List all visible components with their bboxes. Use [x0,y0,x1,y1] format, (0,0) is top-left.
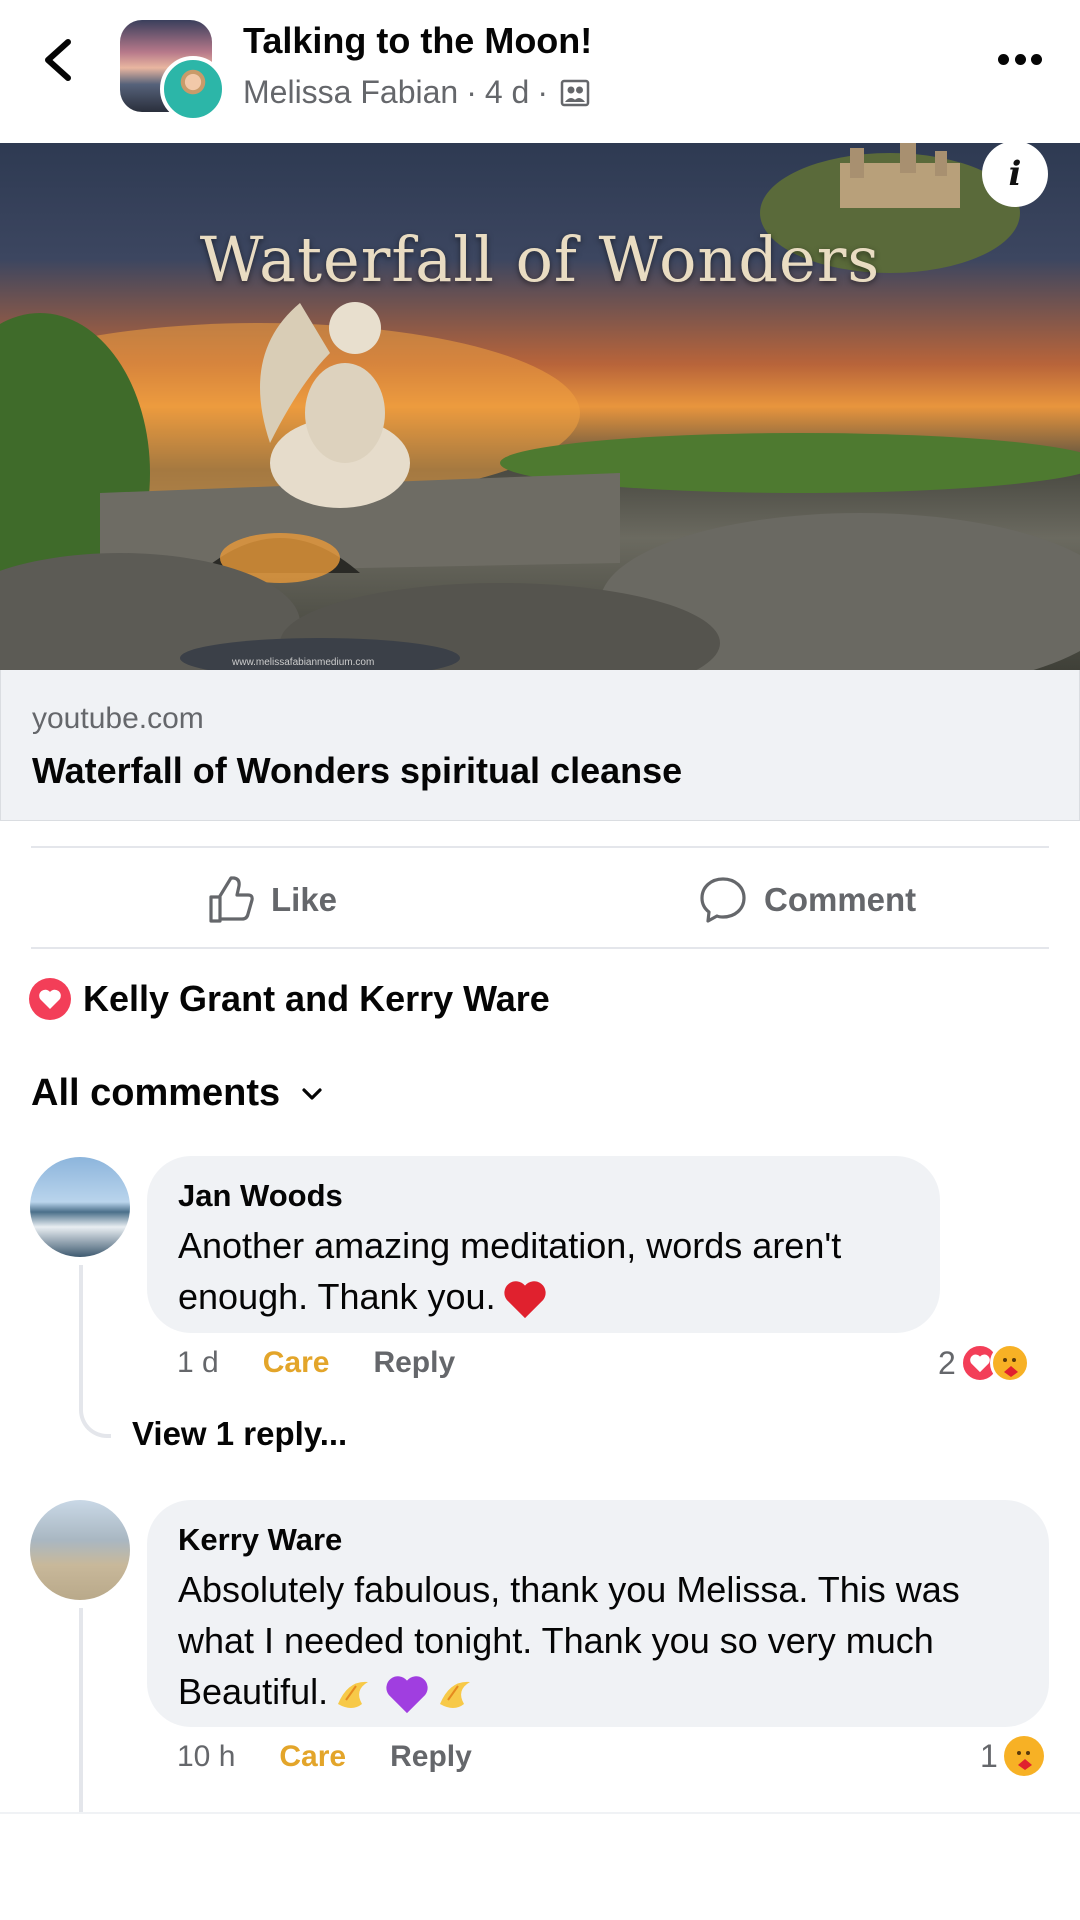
like-button[interactable]: Like [205,872,337,928]
more-dot [1014,54,1026,65]
thread-line [79,1265,83,1385]
comments-sort-dropdown[interactable]: All comments [31,1072,324,1115]
comment-button[interactable]: Comment [698,872,916,928]
comment-meta: 1 d Care Reply [177,1346,455,1380]
like-label: Like [271,881,338,918]
link-preview-image[interactable]: Waterfall of Wonders www.melissafabianme… [0,143,1080,670]
reaction-count: 1 [980,1737,998,1774]
commenter-avatar[interactable] [30,1157,130,1257]
bottom-divider [0,1812,1080,1814]
red-heart-emoji-icon [503,1281,546,1319]
thread-connector [79,1380,111,1438]
comment-time[interactable]: 10 h [177,1740,235,1774]
info-icon: i [1008,154,1022,194]
comments-sort-label: All comments [31,1072,281,1114]
reaction-count: 2 [938,1344,956,1381]
post-subtitle: Melissa Fabian · 4 d · [243,74,590,111]
view-replies-link[interactable]: View 1 reply... [132,1415,347,1453]
info-button[interactable]: i [982,143,1048,207]
purple-heart-emoji-icon [386,1676,428,1714]
more-options-button[interactable] [998,54,1042,68]
thread-line [79,1608,83,1814]
care-reaction-icon [1003,1736,1044,1776]
comment-label: Comment [764,881,917,918]
chevron-down-icon [302,1087,322,1100]
dizzy-emoji-icon [338,1682,369,1709]
preview-image-title: Waterfall of Wonders [199,223,881,296]
reply-button[interactable]: Reply [390,1740,472,1774]
care-reaction-icon [989,1343,1030,1383]
group-avatar-stack[interactable] [120,20,226,124]
comment-meta: 10 h Care Reply [177,1740,472,1774]
comment-line-with-emoji: enough. Thank you. [178,1271,841,1322]
comment-bubble[interactable]: Jan Woods Another amazing meditation, wo… [147,1156,940,1333]
back-button[interactable] [38,36,78,84]
link-domain: youtube.com [32,702,204,735]
divider [31,846,1049,848]
post-header: Talking to the Moon! Melissa Fabian · 4 … [0,0,1080,143]
group-name[interactable]: Talking to the Moon! [243,20,592,62]
comment-reactions[interactable]: 1 [980,1736,1044,1776]
comment-bubble-icon [700,877,746,923]
comment-line: enough. Thank you. [178,1276,496,1317]
author-name[interactable]: Melissa Fabian [243,74,458,111]
comment-line: Absolutely fabulous, thank you Melissa. … [178,1569,960,1610]
divider [31,947,1049,949]
thumbs-up-icon [209,876,254,923]
commenter-avatar[interactable] [30,1500,130,1600]
care-button[interactable]: Care [263,1346,330,1380]
group-icon [560,79,590,106]
dizzy-emoji-icon [440,1682,471,1709]
comment-author[interactable]: Kerry Ware [178,1522,342,1558]
separator: · [537,74,548,110]
chevron-left-icon [45,39,71,81]
reply-button[interactable]: Reply [373,1346,455,1380]
care-button[interactable]: Care [279,1740,346,1774]
comment-text: Absolutely fabulous, thank you Melissa. … [178,1564,960,1717]
comment-text: Another amazing meditation, words aren't… [178,1220,841,1322]
reaction-names: Kelly Grant and Kerry Ware [83,978,550,1019]
link-title: Waterfall of Wonders spiritual cleanse [32,750,683,791]
comment-line: Another amazing meditation, words aren't [178,1225,842,1266]
link-preview-card[interactable]: Waterfall of Wonders www.melissafabianme… [0,143,1080,821]
comment-line-with-emoji: Beautiful. [178,1666,960,1717]
comment-bubble[interactable]: Kerry Ware Absolutely fabulous, thank yo… [147,1500,1049,1727]
comment-line: Beautiful. [178,1671,329,1712]
reactions-summary[interactable]: Kelly Grant and Kerry Ware [29,978,550,1020]
more-horizontal-icon [998,54,1009,65]
preview-watermark: www.melissafabianmedium.com [232,657,375,668]
comment-reactions[interactable]: 2 [938,1343,1030,1383]
link-preview-meta[interactable]: youtube.com Waterfall of Wonders spiritu… [0,670,1080,821]
comment-line: what I needed tonight. Thank you so very… [178,1620,934,1661]
love-reaction-icon [29,978,71,1020]
more-dot [1031,54,1042,65]
post-time[interactable]: 4 d [485,74,529,111]
author-avatar [160,56,226,122]
separator: · [466,74,477,110]
comment-author[interactable]: Jan Woods [178,1178,343,1214]
comment-time[interactable]: 1 d [177,1346,219,1380]
